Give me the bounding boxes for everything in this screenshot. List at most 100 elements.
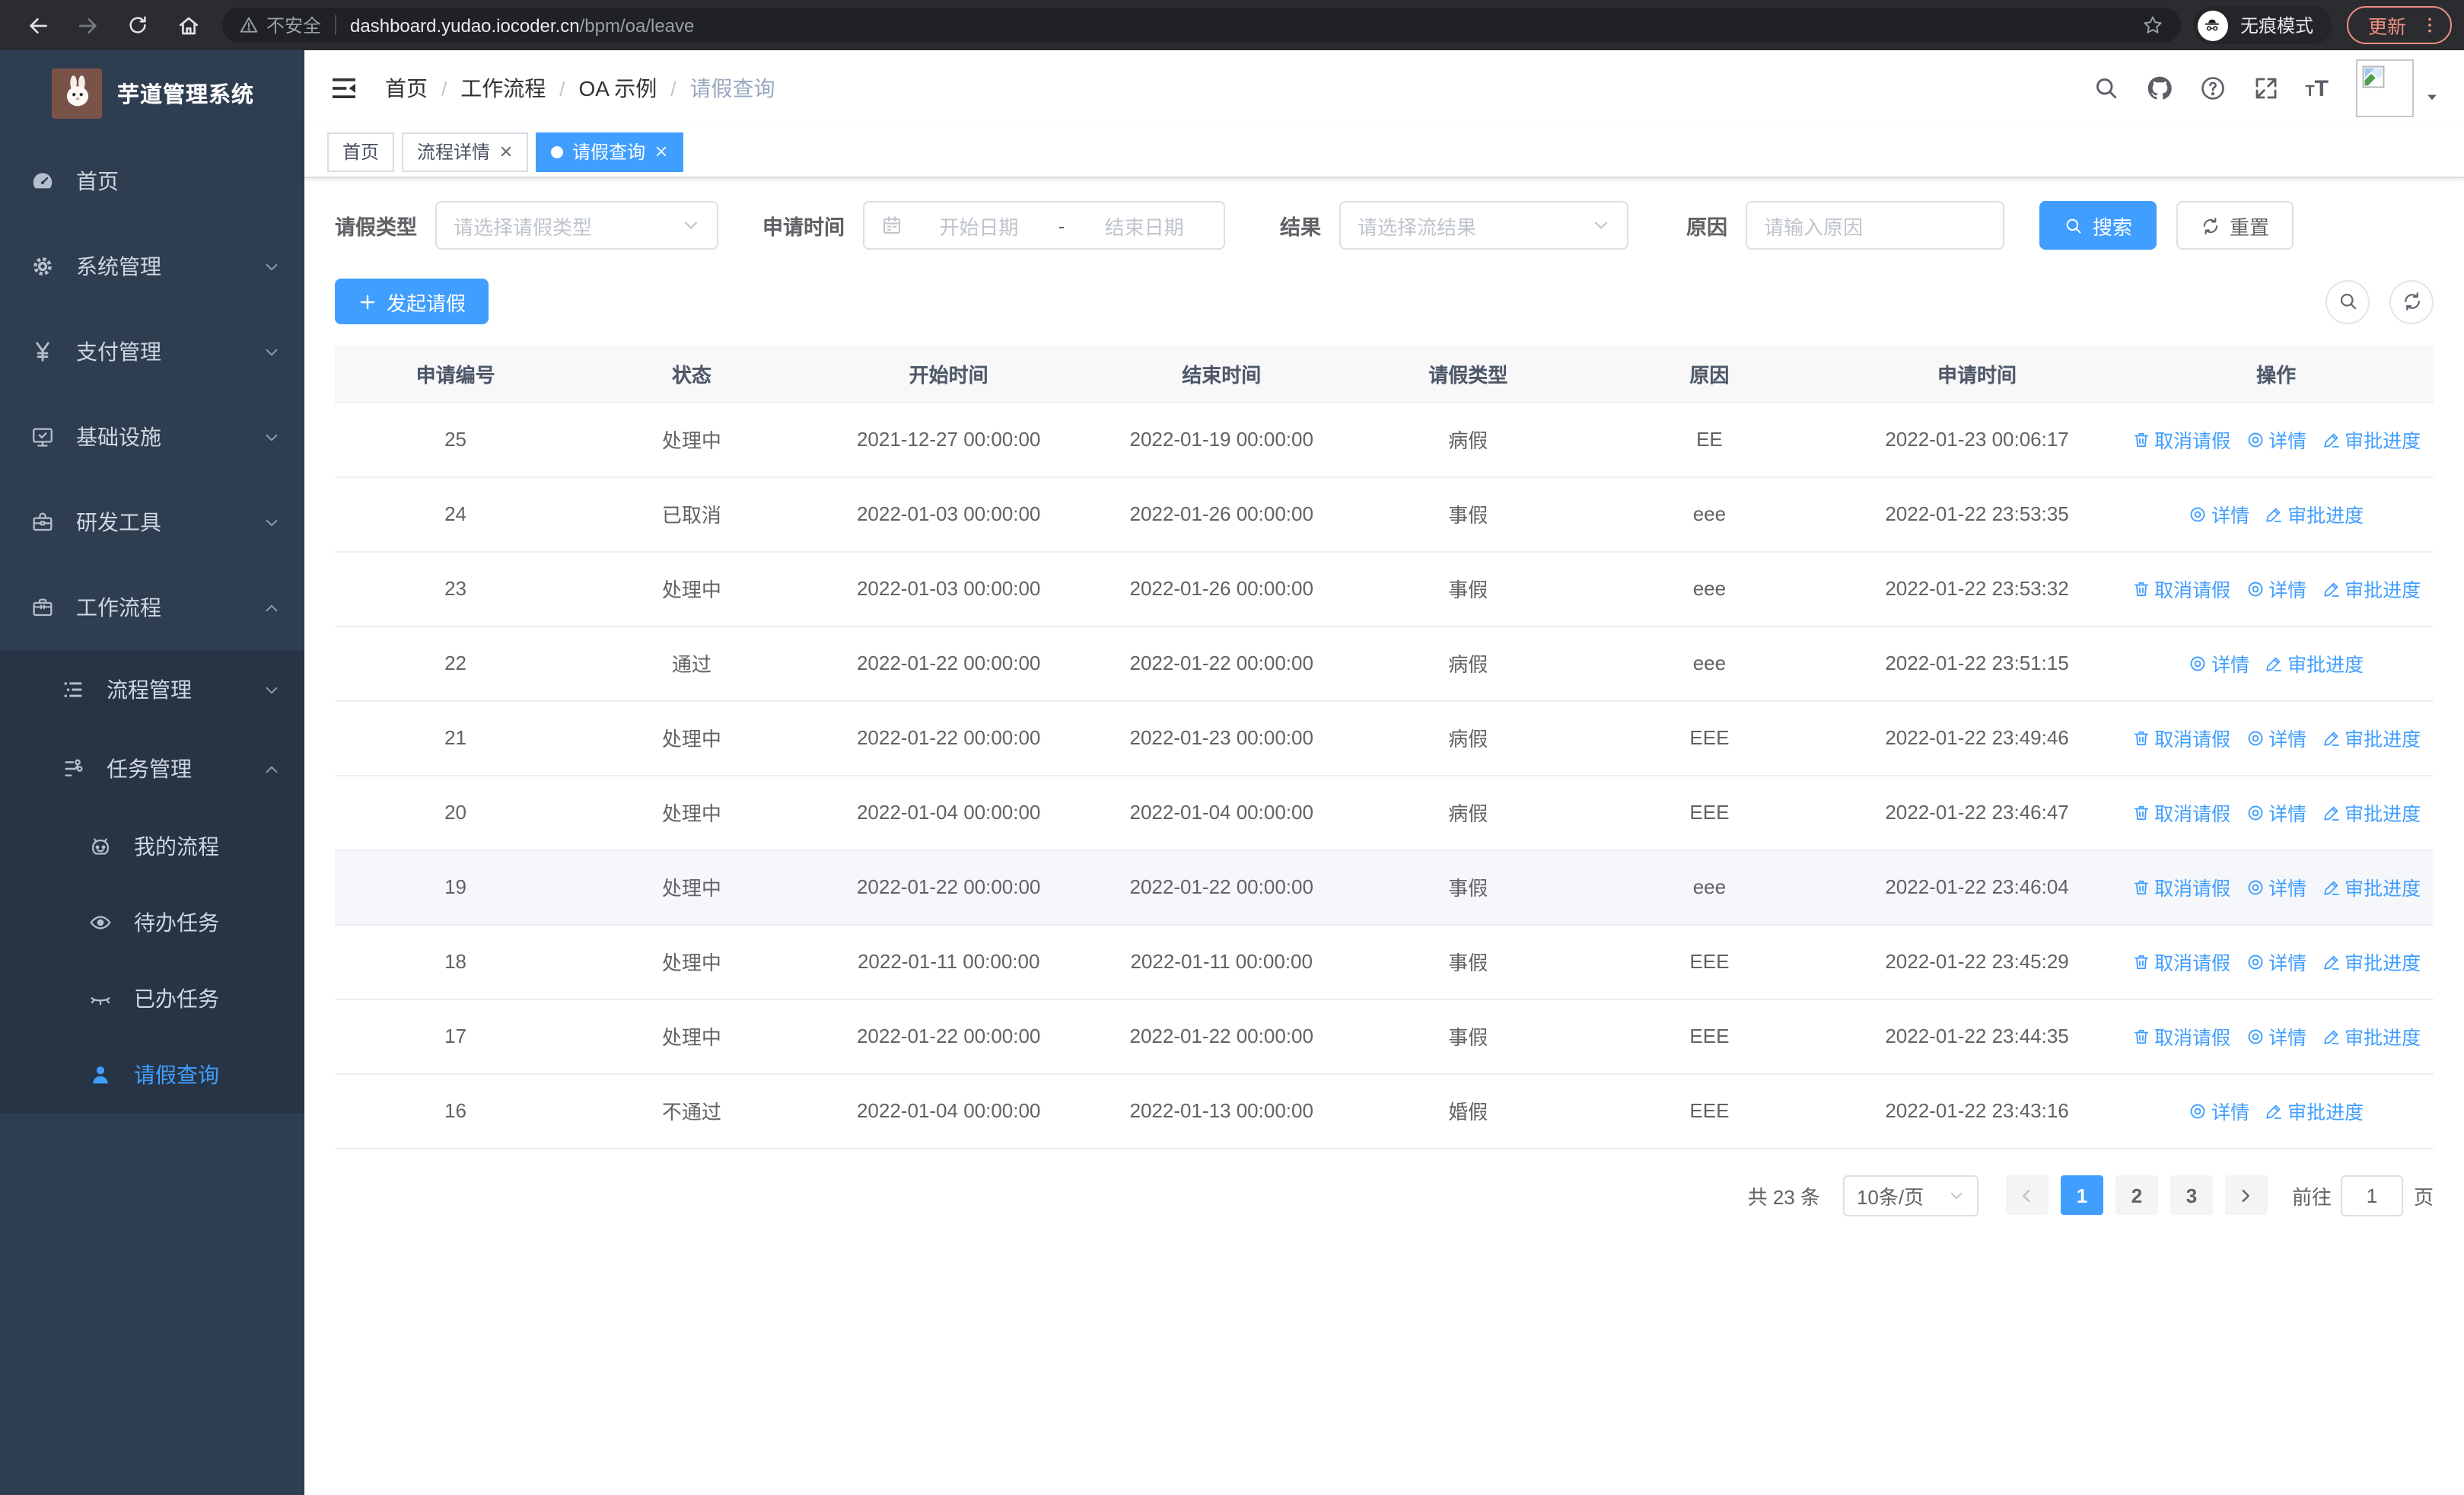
- progress-link[interactable]: 审批进度: [2322, 798, 2421, 827]
- progress-link[interactable]: 审批进度: [2265, 499, 2364, 528]
- cancel-leave-link[interactable]: 取消请假: [2131, 872, 2230, 901]
- page-button-3[interactable]: 3: [2170, 1175, 2213, 1215]
- prev-page-button[interactable]: [2005, 1175, 2049, 1215]
- site-security[interactable]: 不安全: [239, 12, 321, 38]
- sidebar-item-leave-query[interactable]: 请假查询: [0, 1037, 304, 1113]
- sidebar-item-workflow[interactable]: 工作流程: [0, 565, 304, 650]
- refresh-table-button[interactable]: [2389, 279, 2434, 324]
- sidebar-item-infra[interactable]: 基础设施: [0, 394, 304, 480]
- progress-link[interactable]: 审批进度: [2322, 1022, 2421, 1050]
- progress-link[interactable]: 审批进度: [2322, 872, 2421, 901]
- reason-input[interactable]: 请输入原因: [1746, 201, 2004, 250]
- detail-link[interactable]: 详情: [2246, 1022, 2306, 1050]
- tab-home[interactable]: 首页: [327, 132, 395, 171]
- home-button[interactable]: [167, 5, 209, 46]
- search-icon[interactable]: [2092, 75, 2119, 102]
- collapse-sidebar-icon[interactable]: [329, 73, 359, 104]
- cancel-leave-link[interactable]: 取消请假: [2131, 798, 2230, 827]
- sidebar-item-home[interactable]: 首页: [0, 139, 304, 224]
- close-icon[interactable]: [654, 145, 668, 158]
- reload-button[interactable]: [117, 5, 158, 46]
- sidebar-item-devtools[interactable]: 研发工具: [0, 480, 304, 565]
- breadcrumb-item[interactable]: 首页: [385, 73, 428, 104]
- sidebar-item-task-mgmt[interactable]: 任务管理: [0, 729, 304, 808]
- page-button-2[interactable]: 2: [2115, 1175, 2158, 1215]
- detail-link[interactable]: 详情: [2246, 574, 2306, 603]
- sidebar-item-done-tasks[interactable]: 已办任务: [0, 961, 304, 1037]
- page-unit-label: 页: [2413, 1185, 2434, 1208]
- next-page-button[interactable]: [2224, 1175, 2268, 1215]
- url-bar[interactable]: 不安全 dashboard.yudao.iocoder.cn/bpm/oa/le…: [222, 8, 2181, 43]
- bookmark-star-icon[interactable]: [2141, 14, 2164, 37]
- cancel-leave-link[interactable]: 取消请假: [2131, 425, 2230, 454]
- detail-link[interactable]: 详情: [2246, 798, 2306, 827]
- tab-leave-query[interactable]: 请假查询: [536, 132, 684, 171]
- cell-reason: EE: [1583, 402, 1835, 477]
- detail-link[interactable]: 详情: [2189, 1096, 2249, 1125]
- cell-id: 16: [335, 1073, 577, 1149]
- trash-icon: [2131, 952, 2150, 971]
- breadcrumb-item[interactable]: OA 示例: [579, 73, 657, 104]
- progress-link[interactable]: 审批进度: [2322, 574, 2421, 603]
- detail-link[interactable]: 详情: [2246, 425, 2306, 454]
- column-header: 状态: [576, 346, 807, 403]
- progress-link[interactable]: 审批进度: [2265, 649, 2364, 677]
- detail-link[interactable]: 详情: [2189, 499, 2249, 528]
- detail-link[interactable]: 详情: [2246, 723, 2306, 752]
- forward-button[interactable]: [67, 5, 108, 46]
- search-button[interactable]: 搜索: [2039, 201, 2157, 250]
- progress-link[interactable]: 审批进度: [2322, 723, 2421, 752]
- chevron-down-icon: [263, 258, 280, 275]
- incognito-label: 无痕模式: [2240, 15, 2313, 37]
- table-row: 24 已取消 2022-01-03 00:00:00 2022-01-26 00:00…: [335, 477, 2434, 552]
- show-search-button[interactable]: [2326, 279, 2370, 324]
- cancel-leave-link[interactable]: 取消请假: [2131, 574, 2230, 603]
- column-header: 操作: [2119, 346, 2434, 403]
- progress-link[interactable]: 审批进度: [2322, 947, 2421, 976]
- tab-process-detail[interactable]: 流程详情: [402, 132, 529, 171]
- sidebar-item-label: 基础设施: [76, 425, 161, 449]
- page-size-select[interactable]: 10条/页: [1842, 1175, 1979, 1216]
- close-icon[interactable]: [499, 145, 513, 158]
- progress-link[interactable]: 审批进度: [2322, 425, 2421, 454]
- font-size-icon[interactable]: TT: [2305, 75, 2329, 101]
- pen-icon: [2322, 579, 2340, 598]
- detail-link[interactable]: 详情: [2246, 872, 2306, 901]
- view-icon: [2246, 430, 2264, 448]
- create-leave-button[interactable]: 发起请假: [335, 279, 489, 324]
- breadcrumb-item[interactable]: 工作流程: [460, 73, 546, 104]
- leave-type-select[interactable]: 请选择请假类型: [435, 201, 718, 250]
- avatar-caret-icon[interactable]: [2424, 90, 2440, 105]
- result-select[interactable]: 请选择流结果: [1339, 201, 1628, 250]
- sidebar-item-todo-tasks[interactable]: 待办任务: [0, 885, 304, 961]
- update-pill[interactable]: 更新: [2346, 6, 2452, 44]
- toolbox-icon: [30, 510, 55, 534]
- cell-status: 通过: [576, 626, 807, 701]
- fullscreen-icon[interactable]: [2252, 75, 2279, 102]
- cancel-leave-link[interactable]: 取消请假: [2131, 947, 2230, 976]
- cancel-leave-link[interactable]: 取消请假: [2131, 1022, 2230, 1050]
- sidebar-item-process-mgmt[interactable]: 流程管理: [0, 650, 304, 729]
- browser-menu-icon[interactable]: [2420, 15, 2440, 35]
- active-tab-dot: [551, 145, 564, 158]
- cancel-leave-link[interactable]: 取消请假: [2131, 723, 2230, 752]
- sidebar-item-my-process[interactable]: 我的流程: [0, 808, 304, 885]
- goto-page-input[interactable]: [2340, 1175, 2403, 1216]
- help-icon[interactable]: [2198, 75, 2226, 102]
- reset-button[interactable]: 重置: [2176, 201, 2294, 250]
- page-button-1[interactable]: 1: [2060, 1175, 2103, 1215]
- pen-icon: [2322, 430, 2340, 448]
- app-logo[interactable]: 芋道管理系统: [0, 50, 304, 135]
- yen-icon: [30, 339, 55, 364]
- sidebar-item-system[interactable]: 系统管理: [0, 224, 304, 309]
- table-row: 18 处理中 2022-01-11 00:00:00 2022-01-11 00:00…: [335, 924, 2434, 999]
- avatar[interactable]: [2356, 59, 2414, 117]
- back-button[interactable]: [17, 5, 58, 46]
- sidebar-item-payment[interactable]: 支付管理: [0, 309, 304, 394]
- detail-link[interactable]: 详情: [2189, 649, 2249, 677]
- github-icon[interactable]: [2145, 75, 2173, 102]
- detail-link[interactable]: 详情: [2246, 947, 2306, 976]
- cell-status: 处理中: [576, 850, 807, 925]
- apply-time-range[interactable]: 开始日期 - 结束日期: [863, 201, 1225, 250]
- progress-link[interactable]: 审批进度: [2265, 1096, 2364, 1125]
